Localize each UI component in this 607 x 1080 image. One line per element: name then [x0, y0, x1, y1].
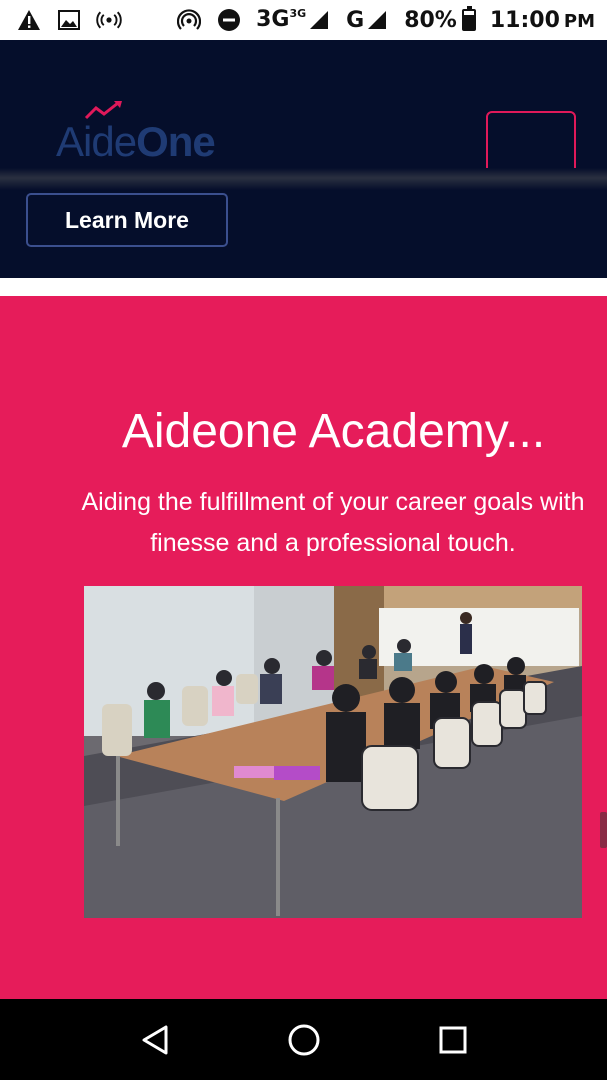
network-type-small: 3G [289, 7, 307, 20]
signal-strength-icon [364, 7, 390, 33]
system-nav-bar [0, 999, 607, 1080]
status-bar: 3G 3G G 80% 11:00 PM [0, 0, 607, 40]
status-right: 3G 3G G 80% 11:00 PM [176, 6, 595, 33]
alert-icon [16, 7, 42, 33]
signal-label: G [346, 7, 365, 33]
logo-text: AideOne [56, 118, 216, 166]
meeting-room-illustration [84, 586, 582, 918]
academy-title: Aideone Academy... [121, 405, 546, 458]
clock-time: 11:00 [489, 7, 560, 33]
learn-more-button[interactable]: Learn More [26, 193, 228, 247]
header-shadow [0, 168, 607, 190]
signal-icon [306, 7, 332, 33]
battery-icon [461, 6, 476, 31]
hotspot-icon [176, 7, 202, 33]
network-type: 3G [256, 7, 290, 32]
meeting-room-photo [84, 586, 582, 918]
site-header: AideOne Learn More [0, 40, 607, 278]
menu-toggle-button[interactable] [486, 111, 576, 175]
aideone-logo[interactable]: AideOne [56, 100, 236, 170]
back-icon[interactable] [135, 1020, 175, 1060]
do-not-disturb-icon [216, 7, 242, 33]
scroll-indicator[interactable] [600, 812, 607, 848]
home-icon[interactable] [284, 1020, 324, 1060]
logo-text-bold: One [136, 118, 216, 165]
battery-percent: 80% [404, 7, 457, 33]
academy-subtitle: Aiding the fulfillment of your career go… [81, 488, 585, 557]
logo-text-light: Aide [56, 118, 137, 165]
image-icon [56, 7, 82, 33]
clock-ampm: PM [563, 10, 595, 32]
status-left [16, 7, 122, 33]
recents-icon[interactable] [433, 1020, 473, 1060]
academy-section: Aideone Academy... Aiding the fulfillmen… [0, 296, 607, 999]
broadcast-icon [96, 7, 122, 33]
